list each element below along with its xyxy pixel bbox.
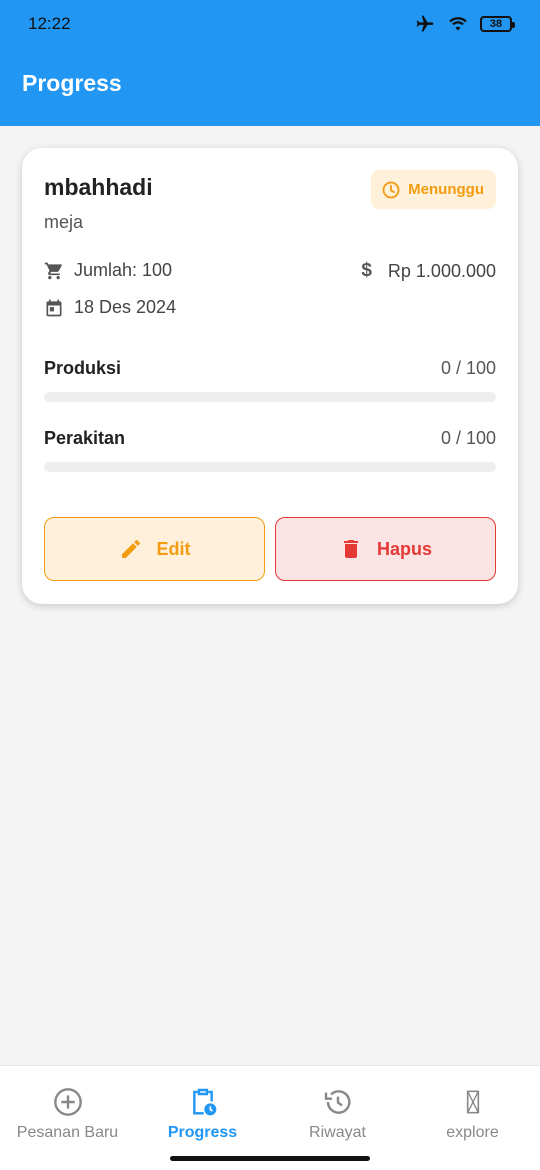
nav-item-explore[interactable]: explore (405, 1086, 540, 1142)
missing-glyph-icon (466, 1090, 479, 1114)
edit-button[interactable]: Edit (44, 517, 265, 581)
cart-icon (44, 262, 62, 279)
wifi-icon (449, 17, 467, 31)
home-indicator (170, 1156, 370, 1161)
status-label: Menunggu (408, 181, 484, 198)
status-icons: 38 (414, 14, 515, 34)
progress-label-produksi: Produksi (44, 358, 122, 378)
quantity-label: Jumlah: 100 (74, 260, 173, 280)
add-circle-icon (53, 1088, 82, 1116)
nav-item-progress[interactable]: Progress (135, 1086, 270, 1142)
pencil-icon (121, 539, 140, 558)
page-title: Progress (22, 69, 122, 96)
customer-name: mbahhadi (44, 174, 153, 200)
clipboard-clock-icon (192, 1088, 216, 1116)
clock-icon (382, 181, 400, 198)
nav-item-pesanan-baru[interactable]: Pesanan Baru (0, 1086, 135, 1142)
delete-button-label: Hapus (376, 538, 432, 559)
nav-label-explore: explore (446, 1124, 499, 1141)
nav-label-riwayat: Riwayat (309, 1124, 366, 1141)
bottom-navigation: Pesanan Baru Progress Riwayat explore (0, 1065, 540, 1170)
order-date: 18 Des 2024 (74, 297, 177, 317)
airplane-icon (416, 15, 434, 32)
progress-bar-produksi (44, 392, 496, 402)
battery-icon: 38 (480, 16, 515, 32)
battery-level: 38 (489, 18, 503, 30)
price-row: $ Rp 1.000.000 (361, 260, 496, 282)
item-name: meja (44, 212, 84, 232)
trash-icon (343, 540, 358, 558)
nav-item-riwayat[interactable]: Riwayat (270, 1086, 405, 1142)
nav-label-progress: Progress (167, 1124, 238, 1141)
progress-value-produksi: 0 / 100 (440, 358, 496, 378)
history-icon (324, 1090, 350, 1114)
date-row: 18 Des 2024 (44, 297, 176, 318)
status-badge: Menunggu (371, 170, 496, 209)
nav-label-pesanan-baru: Pesanan Baru (16, 1124, 119, 1141)
calendar-icon (46, 299, 62, 316)
delete-button[interactable]: Hapus (275, 517, 496, 581)
progress-value-perakitan: 0 / 100 (440, 428, 496, 448)
status-bar: 12:22 38 (0, 0, 540, 48)
app-bar: Progress (0, 48, 540, 126)
order-card[interactable]: mbahhadi meja Menunggu Jumlah: 100 $ Rp … (22, 148, 518, 604)
progress-bar-perakitan (44, 462, 496, 472)
progress-label-perakitan: Perakitan (44, 428, 126, 448)
price-value: Rp 1.000.000 (387, 260, 496, 281)
dollar-icon: $ (361, 260, 372, 281)
quantity-row: Jumlah: 100 (44, 260, 172, 281)
status-time: 12:22 (28, 14, 71, 33)
edit-button-label: Edit (156, 538, 191, 559)
